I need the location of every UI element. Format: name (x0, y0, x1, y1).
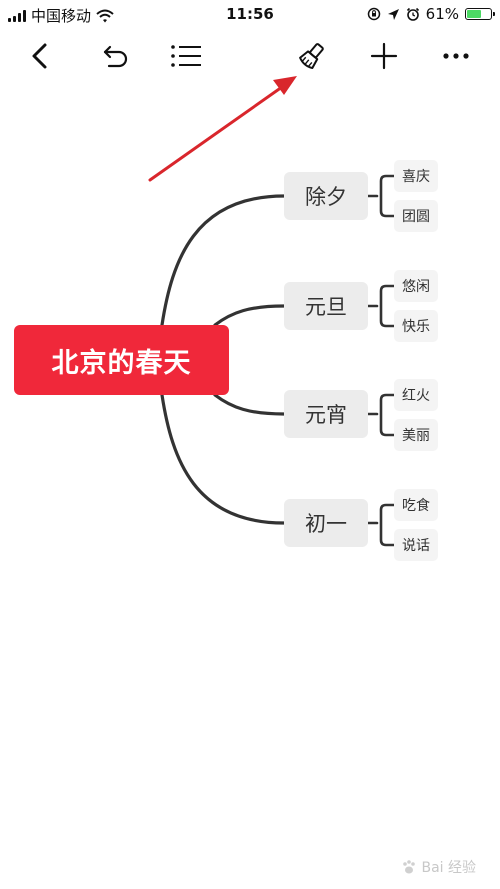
battery-percent: 61% (425, 5, 459, 23)
undo-icon (103, 45, 128, 68)
branch-node-label: 除夕 (305, 185, 347, 209)
back-button[interactable] (20, 36, 60, 76)
more-button[interactable] (436, 36, 476, 76)
add-icon (370, 42, 398, 70)
format-brush-icon (299, 43, 324, 70)
connector-branch-2-children (366, 284, 396, 328)
more-icon (443, 53, 469, 59)
location-icon (387, 8, 399, 20)
sub-node[interactable]: 悠闲 (394, 270, 438, 302)
undo-button[interactable] (96, 36, 136, 76)
sub-node-label: 喜庆 (402, 169, 430, 185)
branch-node-3[interactable]: 元宵 (284, 390, 368, 438)
outline-button[interactable] (166, 36, 206, 76)
branch-node-4[interactable]: 初一 (284, 499, 368, 547)
root-node-label: 北京的春天 (51, 347, 192, 379)
sub-node-label: 团圆 (402, 209, 430, 225)
watermark-text: Bai 经验 (421, 860, 476, 876)
add-button[interactable] (364, 36, 404, 76)
sub-node-label: 说话 (402, 538, 430, 554)
sub-node[interactable]: 喜庆 (394, 160, 438, 192)
sub-node[interactable]: 团圆 (394, 200, 438, 232)
sub-node-label: 红火 (402, 388, 430, 404)
annotation-arrow (148, 76, 297, 182)
toolbar (0, 30, 500, 82)
connector-branch-1-children (366, 174, 396, 218)
outline-list-icon (171, 45, 201, 67)
branch-node-2[interactable]: 元旦 (284, 282, 368, 330)
format-brush-button[interactable] (292, 36, 332, 76)
back-icon (32, 43, 47, 69)
sub-node[interactable]: 吃食 (394, 489, 438, 521)
sub-node[interactable]: 美丽 (394, 419, 438, 451)
branch-node-label: 初一 (305, 512, 347, 536)
branch-node-label: 元宵 (305, 403, 347, 427)
paw-icon (403, 860, 416, 874)
battery-icon (465, 8, 495, 20)
status-right: 61% (367, 5, 495, 23)
root-node[interactable]: 北京的春天 (14, 325, 229, 395)
connector-branch-4-children (366, 503, 396, 547)
sub-node-label: 吃食 (402, 498, 430, 514)
status-bar: 中国移动 11:56 61% (0, 0, 500, 28)
branch-node-1[interactable]: 除夕 (284, 172, 368, 220)
sub-node[interactable]: 快乐 (394, 310, 438, 342)
sub-node-label: 美丽 (402, 428, 430, 444)
sub-node[interactable]: 说话 (394, 529, 438, 561)
sub-node[interactable]: 红火 (394, 379, 438, 411)
connector-root-branch-4 (160, 393, 286, 525)
sub-node-label: 快乐 (402, 319, 430, 335)
connector-root-branch-2 (213, 304, 286, 327)
watermark: Bai 经验 (401, 857, 476, 877)
connector-root-branch-3 (213, 393, 286, 416)
connector-branch-3-children (366, 393, 396, 437)
connector-root-branch-1 (160, 194, 286, 327)
branch-node-label: 元旦 (305, 295, 347, 319)
orientation-lock-icon (367, 7, 380, 21)
alarm-icon (406, 7, 419, 21)
sub-node-label: 悠闲 (402, 279, 430, 295)
